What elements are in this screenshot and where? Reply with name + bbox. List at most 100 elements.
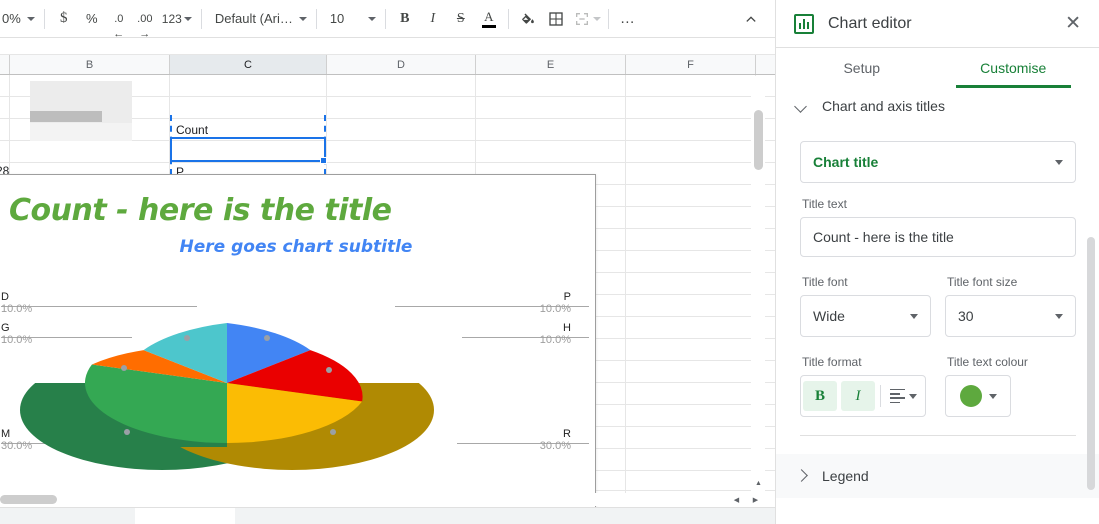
pie-label-percent: 10.0%: [539, 303, 571, 315]
merge-cells-icon: [575, 12, 588, 25]
paint-bucket-icon: [522, 13, 535, 24]
borders-button[interactable]: [542, 5, 570, 33]
pie-label-R: R 30.0%: [540, 428, 571, 452]
legend-section-label: Legend: [822, 468, 869, 484]
strikethrough-button[interactable]: S: [447, 5, 475, 33]
sheet-grid: B C D E F 28 Count P Count - here is the…: [0, 38, 775, 524]
title-font-size-label: Title font size: [947, 275, 1018, 289]
tab-customise[interactable]: Customise: [938, 48, 1090, 88]
font-family-value: Default (Ari…: [214, 11, 293, 26]
title-font-size-selector[interactable]: 30: [945, 295, 1076, 337]
scroll-up-button[interactable]: ▲: [750, 476, 767, 490]
section-chart-and-axis-titles[interactable]: Chart and axis titles: [776, 89, 1099, 123]
title-font-selector[interactable]: Wide: [800, 295, 931, 337]
chart-subtitle[interactable]: Here goes chart subtitle: [0, 237, 595, 257]
title-text-colour-picker[interactable]: [945, 375, 1011, 417]
pie-slices: [84, 323, 363, 443]
pie-chart-graphic[interactable]: [17, 280, 437, 510]
title-text-value: Count - here is the title: [813, 229, 954, 245]
editor-scrollbar-thumb[interactable]: [1087, 237, 1095, 490]
merge-cells-button[interactable]: [570, 5, 603, 33]
text-color-swatch: [481, 24, 496, 28]
chevron-right-icon: [794, 468, 810, 484]
scroll-left-button[interactable]: ◀: [728, 493, 745, 507]
column-header-D[interactable]: D: [327, 55, 476, 74]
italic-button[interactable]: I: [419, 5, 447, 33]
title-text-label: Title text: [802, 197, 847, 211]
chart-editor-content: Chart and axis titles Chart title Title …: [776, 89, 1099, 524]
font-size-selector[interactable]: 10: [322, 5, 380, 33]
divider: [880, 385, 881, 407]
google-sheets-window: 0% $ % .0 ← .00 → 123 Default (Ari… 10 B…: [0, 0, 1099, 524]
scroll-right-button[interactable]: ▶: [747, 493, 764, 507]
chart-editor-panel: Chart editor ✕ Setup Customise Chart and…: [775, 0, 1099, 524]
increase-decimal-button[interactable]: .00 →: [132, 5, 158, 40]
section-label: Chart and axis titles: [822, 98, 945, 114]
chart-title[interactable]: Count - here is the title: [9, 193, 392, 228]
title-type-selector[interactable]: Chart title: [800, 141, 1076, 183]
chevron-up-icon: [746, 15, 756, 22]
vertical-scrollbar-thumb[interactable]: [754, 110, 763, 170]
title-font-label: Title font: [802, 275, 848, 289]
pie-label-name: H: [563, 322, 571, 334]
fill-color-button[interactable]: [514, 5, 542, 33]
chart-editor-tabs: Setup Customise: [776, 48, 1099, 88]
sheet-tab-area[interactable]: [235, 508, 470, 524]
tab-setup[interactable]: Setup: [786, 48, 938, 88]
title-bold-button[interactable]: B: [803, 381, 837, 411]
spreadsheet-area: 0% $ % .0 ← .00 → 123 Default (Ari… 10 B…: [0, 0, 775, 524]
bold-button[interactable]: B: [391, 5, 419, 33]
colour-swatch: [959, 385, 982, 407]
title-italic-button[interactable]: I: [841, 381, 875, 411]
close-icon[interactable]: ✕: [1061, 10, 1085, 37]
column-header-B[interactable]: B: [10, 55, 170, 74]
sheet-tab-bar: [0, 507, 775, 524]
more-options-button[interactable]: …: [614, 5, 642, 33]
title-text-input[interactable]: Count - here is the title: [800, 217, 1076, 257]
active-cell-outline[interactable]: [170, 137, 326, 162]
chevron-down-icon: [26, 16, 35, 21]
toolbar-divider: [43, 8, 45, 29]
horizontal-scrollbar-track[interactable]: [0, 493, 755, 506]
chevron-down-icon: [910, 313, 918, 319]
fill-handle[interactable]: [320, 157, 327, 164]
column-header-E[interactable]: E: [476, 55, 626, 74]
ghost-block: [30, 123, 132, 141]
more-icon: …: [619, 10, 636, 27]
zoom-control[interactable]: 0%: [0, 5, 39, 33]
column-header-C[interactable]: C: [170, 55, 327, 74]
decrease-decimal-button[interactable]: .0 ←: [106, 5, 132, 40]
ghost-block: [30, 111, 102, 122]
title-format-group: B I: [800, 375, 926, 417]
currency-format-button[interactable]: $: [50, 5, 78, 33]
align-icon: [890, 388, 905, 404]
cell-value-count[interactable]: Count: [176, 123, 208, 137]
chart-editor-header: Chart editor ✕: [776, 0, 1099, 48]
font-size-value: 10: [329, 11, 345, 26]
horizontal-scrollbar-thumb[interactable]: [0, 495, 57, 504]
chevron-down-icon: [592, 16, 601, 21]
pie-label-percent: 30.0%: [539, 440, 571, 452]
chevron-down-icon: [298, 16, 307, 21]
collapse-toolbar-button[interactable]: [737, 5, 765, 33]
title-alignment-button[interactable]: [884, 388, 925, 404]
number-format-menu[interactable]: 123: [158, 5, 196, 33]
borders-icon: [549, 11, 563, 26]
percent-format-button[interactable]: %: [78, 5, 106, 33]
toolbar-divider: [315, 8, 317, 29]
title-text-colour-label: Title text colour: [947, 355, 1028, 369]
section-legend[interactable]: Legend: [776, 454, 1099, 498]
column-header-F[interactable]: F: [626, 55, 756, 74]
pie-label-P: P 10.0%: [540, 291, 571, 315]
chevron-down-icon: [794, 98, 810, 114]
corner-cell[interactable]: [0, 55, 10, 74]
text-color-button[interactable]: A: [475, 5, 503, 33]
sheet-tab[interactable]: [135, 508, 235, 524]
chevron-down-icon: [183, 16, 192, 21]
column-headers: B C D E F: [0, 55, 775, 75]
chart-object[interactable]: Count - here is the title Here goes char…: [0, 174, 596, 524]
toolbar-divider: [384, 8, 386, 29]
font-family-selector[interactable]: Default (Ari…: [207, 5, 311, 33]
pie-label-percent: 10.0%: [539, 334, 571, 346]
title-font-value: Wide: [813, 308, 845, 324]
